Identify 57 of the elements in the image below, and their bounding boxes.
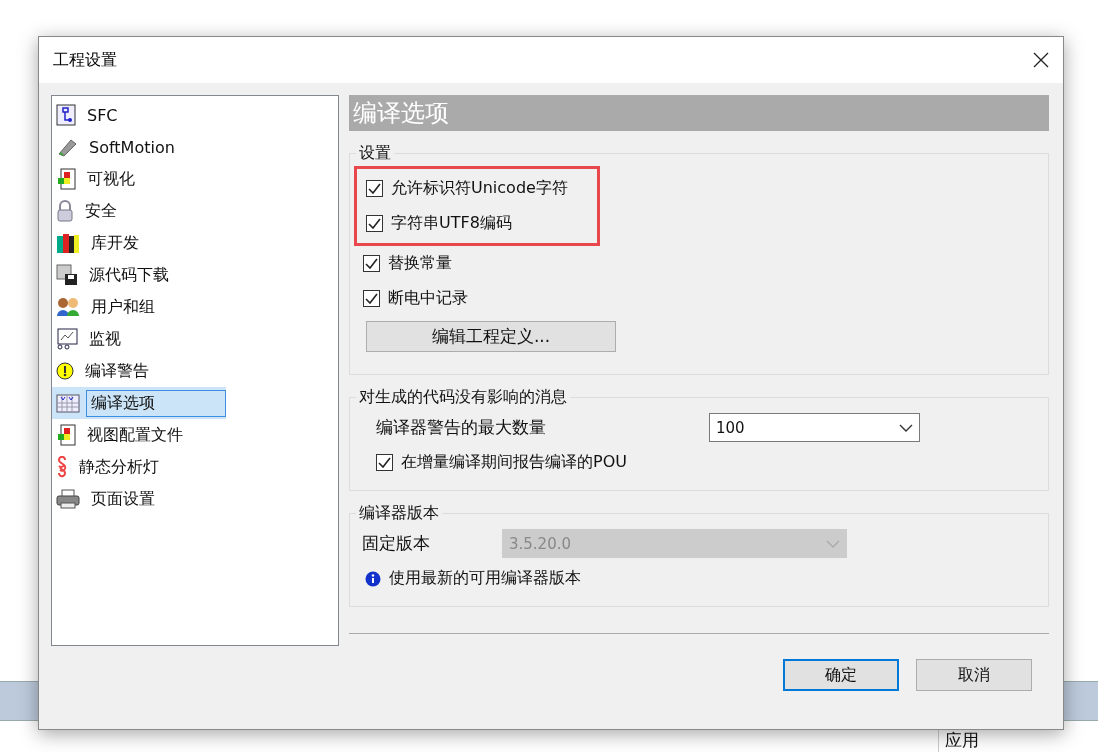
section-sign-icon	[56, 456, 68, 478]
dialog-button[interactable]: 确定	[783, 659, 899, 691]
chevron-icon	[899, 423, 913, 432]
check-icon	[368, 218, 381, 229]
check-icon	[365, 293, 378, 304]
list-item[interactable]: 用户和组	[52, 291, 338, 323]
list-item[interactable]: SFC	[52, 99, 338, 131]
list-item[interactable]: SoftMotion	[52, 131, 338, 163]
group-title: 对生成的代码没有影响的消息	[358, 387, 568, 408]
checkbox[interactable]	[363, 255, 380, 272]
checkbox-label: 在增量编译期间报告编译的POU	[401, 452, 627, 473]
list-item[interactable]: 页面设置	[52, 483, 338, 515]
checkbox[interactable]	[376, 454, 393, 471]
chevron-icon	[826, 539, 840, 548]
document-icon	[56, 424, 76, 446]
field-label: 固定版本	[362, 532, 431, 555]
checkbox-label: 字符串UTF8编码	[391, 213, 512, 234]
list-item[interactable]: 监视	[52, 323, 338, 355]
check-icon	[365, 258, 378, 269]
list-item[interactable]: 安全	[52, 195, 338, 227]
list-item[interactable]: 编译选项	[52, 387, 226, 419]
checkbox[interactable]	[366, 215, 383, 232]
list-item[interactable]: 源代码下载	[52, 259, 338, 291]
checkbox-label: 替换常量	[388, 253, 452, 274]
group-title: 编译器版本	[358, 503, 440, 524]
list-item[interactable]: 编译警告	[52, 355, 338, 387]
monitor-icon	[56, 328, 78, 350]
checkbox[interactable]	[363, 290, 380, 307]
computer-disk-icon	[56, 264, 78, 286]
users-icon	[56, 296, 80, 318]
printer-icon	[56, 489, 80, 509]
window-title: 工程设置	[53, 49, 117, 71]
dialog-button[interactable]: 取消	[916, 659, 1032, 691]
checkbox-label: 允许标识符Unicode字符	[391, 178, 568, 199]
checkbox[interactable]	[366, 180, 383, 197]
field-label: 编译器警告的最大数量	[376, 416, 547, 439]
list-item[interactable]: 静态分析灯	[52, 451, 338, 483]
document-icon	[56, 168, 76, 190]
warning-icon	[56, 362, 74, 380]
edit-definitions-button[interactable]: 编辑工程定义...	[366, 321, 616, 352]
books-icon	[56, 232, 80, 254]
dropdown[interactable]: 100	[709, 413, 920, 442]
checkbox-label: 断电中记录	[388, 288, 468, 309]
close-icon[interactable]	[1033, 52, 1049, 68]
chart-icon	[56, 104, 76, 126]
list-item[interactable]: 可视化	[52, 163, 338, 195]
lock-icon	[56, 200, 74, 222]
info-icon	[365, 570, 381, 587]
list-item[interactable]: 库开发	[52, 227, 338, 259]
page-header: 编译选项	[349, 95, 1049, 131]
group-title: 设置	[358, 143, 392, 164]
cylinder-icon	[56, 137, 78, 157]
list-item[interactable]: 视图配置文件	[52, 419, 338, 451]
check-icon	[378, 457, 391, 468]
info-text: 使用最新的可用编译器版本	[389, 568, 581, 589]
grid-icon	[56, 393, 80, 413]
check-icon	[368, 183, 381, 194]
